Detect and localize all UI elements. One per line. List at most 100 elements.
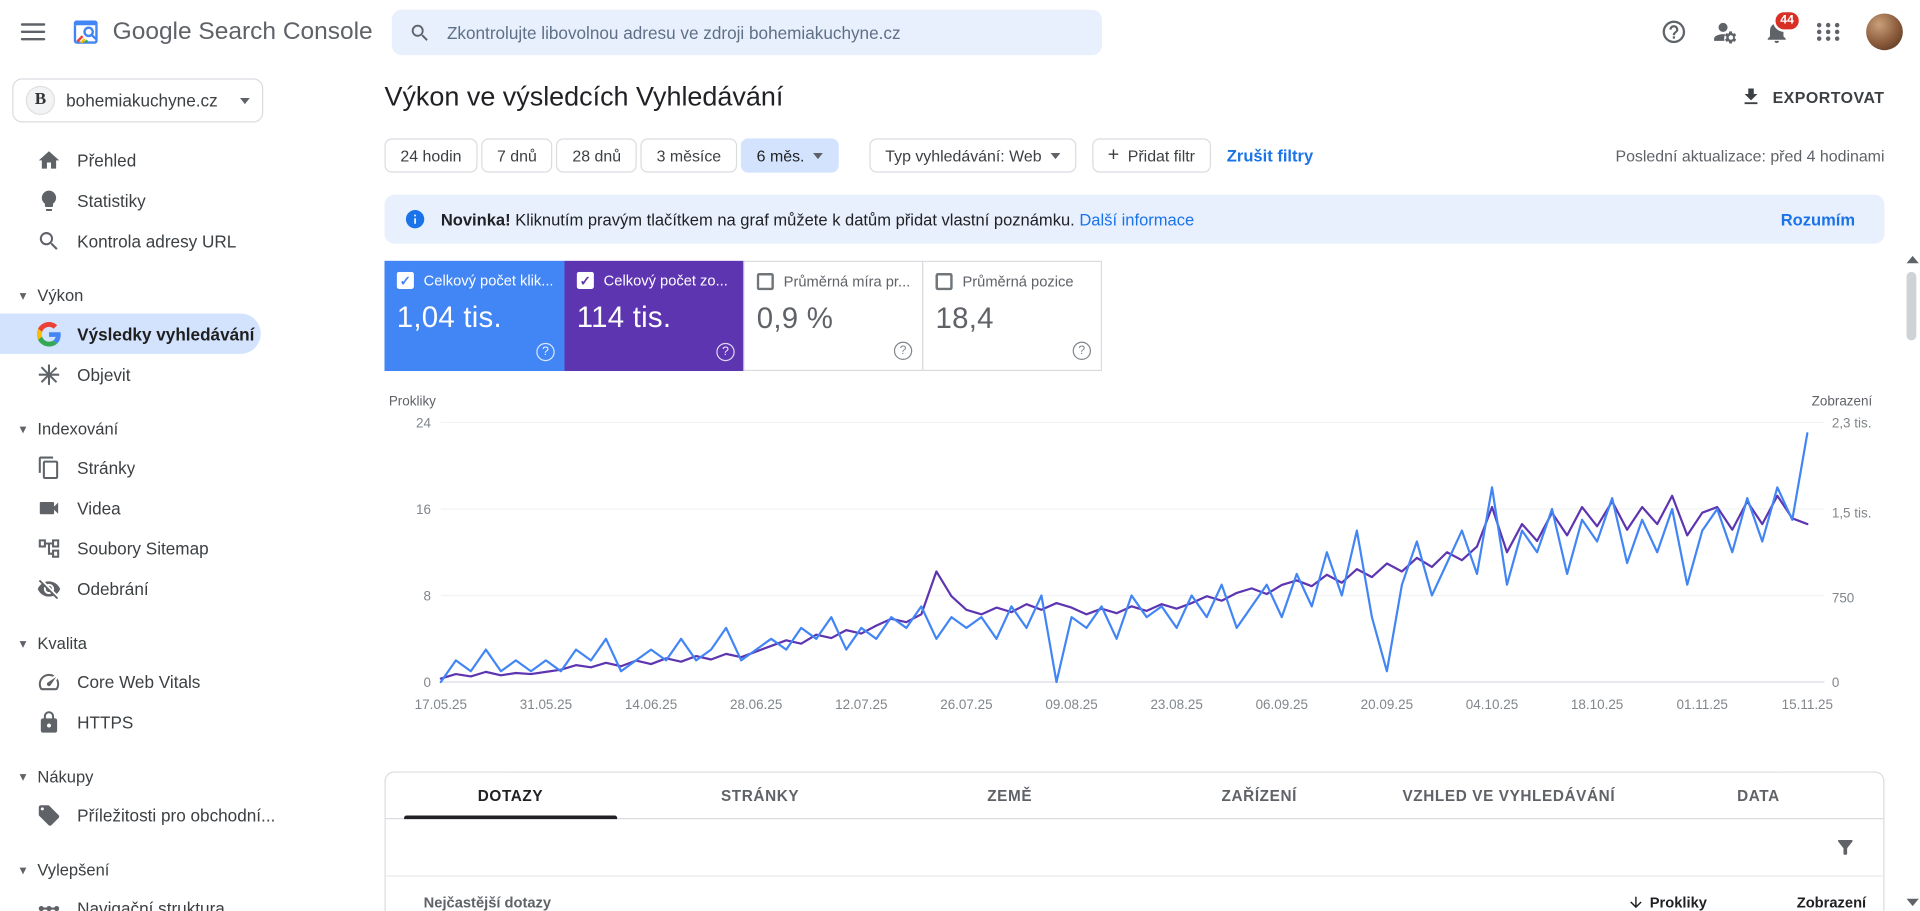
svg-text:17.05.25: 17.05.25 — [415, 697, 467, 712]
table-header-row: Nejčastější dotazy Prokliky Zobrazení — [386, 876, 1884, 911]
tab-dates[interactable]: DATA — [1634, 773, 1884, 818]
checkbox-checked-icon[interactable]: ✓ — [397, 272, 414, 289]
filter-table-icon[interactable] — [1834, 836, 1856, 858]
manage-users-icon[interactable] — [1712, 18, 1739, 45]
sidebar-item-core-web-vitals[interactable]: Core Web Vitals — [0, 661, 276, 701]
sidebar-item-discover[interactable]: Objevit — [0, 354, 276, 394]
sidebar-section-indexing[interactable]: ▾Indexování — [0, 410, 276, 447]
sidebar-item-url-inspection[interactable]: Kontrola adresy URL — [0, 220, 276, 260]
scrollbar-thumb[interactable] — [1907, 272, 1917, 341]
table-header-clicks-sorted[interactable]: Prokliky — [1548, 894, 1707, 911]
table-header-impressions[interactable]: Zobrazení — [1707, 894, 1866, 911]
sidebar-section-shopping[interactable]: ▾Nákupy — [0, 758, 276, 795]
date-range-chip-7-days[interactable]: 7 dnů — [481, 138, 553, 172]
table-header-queries[interactable]: Nejčastější dotazy — [424, 894, 1548, 911]
sidebar-item-label: Core Web Vitals — [77, 672, 200, 692]
date-range-chip-24-hours[interactable]: 24 hodin — [384, 138, 477, 172]
metric-label: Průměrná pozice — [962, 273, 1073, 290]
tab-devices[interactable]: ZAŘÍZENÍ — [1134, 773, 1384, 818]
account-avatar[interactable] — [1866, 13, 1903, 50]
metric-label: Celkový počet zo... — [604, 272, 728, 289]
metric-value: 114 tis. — [577, 301, 733, 335]
hamburger-menu-icon[interactable] — [21, 23, 45, 40]
date-range-chip-6-months[interactable]: 6 měs. — [741, 138, 839, 172]
checkbox-unchecked-icon[interactable] — [936, 273, 953, 290]
tab-queries[interactable]: DOTAZY — [386, 773, 636, 818]
help-icon[interactable]: ? — [716, 343, 734, 361]
property-selector[interactable]: B bohemiakuchyne.cz — [12, 78, 263, 122]
chevron-down-icon — [240, 97, 250, 103]
date-range-chip-3-months[interactable]: 3 měsíce — [641, 138, 737, 172]
app-logo[interactable]: Google Search Console — [70, 16, 373, 48]
metric-card-total-impressions[interactable]: ✓ Celkový počet zo... 114 tis.? — [564, 261, 744, 371]
property-favicon: B — [26, 86, 55, 115]
sidebar-item-overview[interactable]: Přehled — [0, 140, 276, 180]
google-apps-grid-icon[interactable] — [1815, 18, 1842, 45]
chevron-down-icon: ▾ — [20, 635, 27, 651]
scroll-down-arrow[interactable] — [1907, 899, 1919, 906]
tab-countries[interactable]: ZEMĚ — [885, 773, 1135, 818]
help-icon[interactable]: ? — [1073, 342, 1091, 360]
notifications-bell-icon[interactable]: 44 — [1763, 18, 1790, 45]
performance-chart[interactable]: ProklikyZobrazení08162407501,5 tis.2,3 t… — [384, 388, 1884, 727]
search-type-chip[interactable]: Typ vyhledávání: Web — [869, 138, 1076, 172]
sidebar-item-sitemaps[interactable]: Soubory Sitemap — [0, 528, 276, 568]
plus-icon: + — [1108, 146, 1119, 166]
checkbox-unchecked-icon[interactable] — [757, 273, 774, 290]
sidebar-item-search-results[interactable]: Výsledky vyhledávání — [0, 313, 261, 353]
breadcrumbs-icon — [37, 896, 61, 911]
checkbox-checked-icon[interactable]: ✓ — [577, 272, 594, 289]
dimensions-card: DOTAZYSTRÁNKYZEMĚZAŘÍZENÍVZHLED VE VYHLE… — [384, 771, 1884, 911]
sidebar-item-label: Kontrola adresy URL — [77, 231, 236, 251]
svg-text:0: 0 — [424, 675, 431, 690]
search-console-logo-icon — [70, 16, 102, 48]
metric-card-average-ctr[interactable]: Průměrná míra pr...0,9 %? — [743, 261, 923, 371]
table-toolbar — [386, 819, 1884, 875]
lightbulb-icon — [37, 188, 61, 212]
sidebar-item-insights[interactable]: Statistiky — [0, 180, 276, 220]
url-inspect-searchbar[interactable] — [392, 10, 1102, 55]
help-icon[interactable] — [1660, 18, 1687, 45]
tab-pages[interactable]: STRÁNKY — [635, 773, 885, 818]
sidebar-item-label: Videa — [77, 498, 121, 518]
help-icon[interactable]: ? — [894, 342, 912, 360]
sidebar-section-quality[interactable]: ▾Kvalita — [0, 624, 276, 661]
sort-arrow-down-icon — [1628, 894, 1645, 911]
vertical-scrollbar — [1903, 251, 1920, 911]
sidebar-item-https[interactable]: HTTPS — [0, 702, 276, 742]
reset-filters-link[interactable]: Zrušit filtry — [1227, 146, 1313, 164]
sidebar-item-removals[interactable]: Odebrání — [0, 568, 276, 608]
sidebar-section-performance[interactable]: ▾Výkon — [0, 277, 276, 314]
sidebar-nav: PřehledStatistiky Kontrola adresy URL ▾Výk… — [0, 140, 276, 911]
sidebar-item-navigation-structure[interactable]: Navigační struktura — [0, 888, 276, 911]
svg-text:12.07.25: 12.07.25 — [835, 697, 887, 712]
export-button[interactable]: EXPORTOVAT — [1740, 86, 1885, 108]
banner-learn-more-link[interactable]: Další informace — [1079, 210, 1194, 228]
metric-card-average-position[interactable]: Průměrná pozice18,4? — [922, 261, 1102, 371]
chevron-down-icon: ▾ — [20, 421, 27, 437]
banner-dismiss-button[interactable]: Rozumím — [1781, 210, 1865, 228]
tab-search-appearance[interactable]: VZHLED VE VYHLEDÁVÁNÍ — [1384, 773, 1634, 818]
svg-text:14.06.25: 14.06.25 — [625, 697, 677, 712]
add-filter-chip[interactable]: + Přidat filtr — [1092, 138, 1211, 172]
main-content: Výkon ve výsledcích Vyhledávání EXPORTOV… — [276, 64, 1920, 911]
sidebar-item-pages[interactable]: Stránky — [0, 447, 276, 487]
metric-value: 0,9 % — [757, 302, 910, 336]
metric-cards: ✓Celkový počet klik...1,04 tis.?✓Celkový… — [384, 261, 1884, 371]
svg-text:15.11.25: 15.11.25 — [1782, 697, 1833, 712]
sidebar: B bohemiakuchyne.cz PřehledStatistiky Kon… — [0, 64, 276, 911]
svg-text:18.10.25: 18.10.25 — [1571, 697, 1623, 712]
banner-text: Kliknutím pravým tlačítkem na graf můžet… — [515, 210, 1075, 228]
scroll-up-arrow[interactable] — [1907, 256, 1919, 263]
sidebar-item-videos[interactable]: Videa — [0, 487, 276, 527]
tag-icon — [37, 803, 61, 827]
banner-lead: Novinka! — [441, 210, 511, 228]
search-input[interactable] — [444, 21, 1084, 43]
sidebar-section-enhancements[interactable]: ▾Vylepšení — [0, 851, 276, 888]
sidebar-item-merchant-opportunities[interactable]: Příležitosti pro obchodní... — [0, 795, 276, 835]
date-range-chip-28-days[interactable]: 28 dnů — [556, 138, 637, 172]
sitemap-icon — [37, 536, 61, 560]
header-actions: 44 — [1660, 0, 1902, 64]
metric-card-total-clicks[interactable]: ✓Celkový počet klik...1,04 tis.? — [384, 261, 564, 371]
help-icon[interactable]: ? — [536, 343, 554, 361]
